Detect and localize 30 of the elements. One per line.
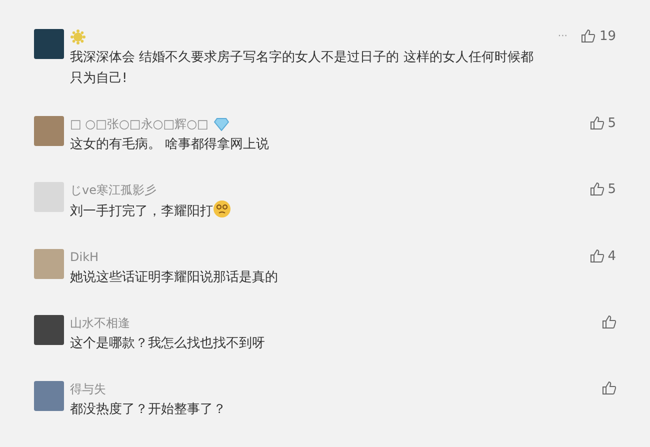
comment-text: 这女的有毛病。 啥事都得拿网上说 [70, 136, 270, 154]
like-button[interactable] [602, 315, 616, 329]
like-button[interactable] [602, 381, 616, 395]
comment-text: 都没热度了？开始整事了？ [70, 401, 227, 419]
avatar-placeholder [34, 381, 64, 411]
thumbs-up-icon [602, 381, 616, 395]
like-button[interactable]: 5 [590, 182, 616, 196]
more-menu[interactable]: ··· [558, 29, 568, 44]
comment-text: 她说这些话证明李耀阳说那话是真的 [70, 269, 279, 287]
username[interactable]: DikH [70, 251, 99, 263]
username[interactable]: □ ○□张○□永○□辉○□ [70, 118, 208, 130]
comment-text: 我深深体会 结婚不久要求房子写名字的女人不是过日子的 这样的女人任何时候都只为自己! [70, 49, 534, 88]
username[interactable]: 得与失 [70, 383, 106, 395]
thumbs-up-icon [602, 315, 616, 329]
avatar-placeholder [34, 315, 64, 345]
comment-text: 刘一手打完了，李耀阳打 [70, 200, 545, 222]
avatar-placeholder [34, 249, 64, 279]
username[interactable]: 山水不相逢 [70, 317, 130, 329]
avatar-placeholder [34, 116, 64, 146]
like-button[interactable]: 4 [590, 249, 616, 263]
username[interactable]: じve寒江孤影彡 [70, 184, 156, 196]
thumbs-up-icon [590, 116, 604, 130]
like-button[interactable]: 5 [590, 116, 616, 130]
like-button[interactable]: 19 [581, 29, 616, 43]
thumbs-up-icon [581, 29, 596, 43]
avatar-placeholder [34, 182, 64, 212]
avatar-placeholder [34, 29, 64, 59]
thumbs-up-icon [590, 249, 604, 263]
thumbs-up-icon [590, 182, 604, 196]
comment-text: 这个是哪款？我怎么找也找不到呀 [70, 335, 266, 353]
